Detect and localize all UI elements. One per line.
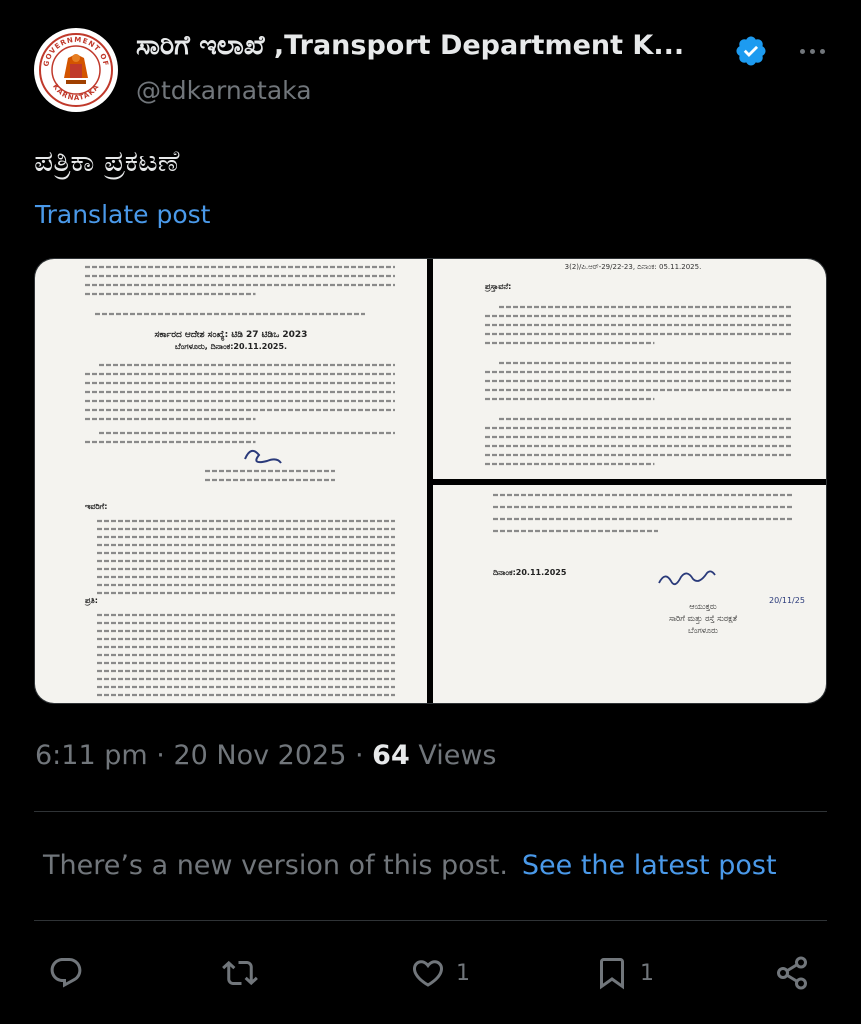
- notice-text: There’s a new version of this post.: [43, 850, 508, 881]
- bookmark-icon: [600, 958, 624, 990]
- doc-b-header: 3(2)/ಪಿ.ಆರ್-29/22-23, ದಿನಾಂಕ: 05.11.2025…: [565, 263, 702, 271]
- views-label: Views: [418, 740, 497, 771]
- share-button[interactable]: [774, 950, 810, 996]
- repost-icon: [222, 960, 258, 986]
- like-count: 1: [456, 960, 470, 986]
- doc-a-title: ಸರ್ಕಾರದ ಆದೇಶ ಸಂಖ್ಯೆ: ಟಿಡಿ 27 ಟಿಡಿಒ 2023: [155, 329, 308, 342]
- verified-badge-icon[interactable]: [734, 34, 768, 68]
- meta-separator: ·: [156, 740, 165, 771]
- doc-c-signatory-city: ಬೆಂಗಳೂರು: [688, 626, 718, 635]
- karnataka-emblem-icon: GOVERNMENT OF KARNATAKA: [36, 30, 116, 110]
- views-count: 64: [372, 740, 410, 771]
- heart-icon: [412, 960, 444, 987]
- doc-c-signatory-office: ಸಾರಿಗೆ ಮತ್ತು ರಸ್ತೆ ಸುರಕ್ಷತೆ: [669, 614, 738, 624]
- repost-button[interactable]: [222, 950, 258, 996]
- doc-c-signature-date: 20/11/25: [769, 596, 805, 605]
- translate-post-link[interactable]: Translate post: [35, 200, 210, 229]
- user-handle[interactable]: @tdkarnataka: [136, 76, 312, 105]
- more-options-button[interactable]: [792, 36, 832, 66]
- meta-separator: ·: [354, 740, 364, 771]
- avatar[interactable]: GOVERNMENT OF KARNATAKA: [34, 28, 118, 112]
- doc-a-section-2: ಪ್ರತಿ:: [84, 596, 98, 606]
- post-date[interactable]: 20 Nov 2025: [173, 740, 346, 771]
- doc-b-section: ಪ್ರಸ್ತಾವನೆ:: [484, 282, 511, 292]
- bookmark-button[interactable]: 1: [594, 950, 654, 996]
- media-grid: ಸರ್ಕಾರದ ಆದೇಶ ಸಂಖ್ಯೆ: ಟಿಡಿ 27 ಟಿಡಿಒ 2023 …: [34, 258, 827, 704]
- document-page-illustration: ದಿನಾಂಕ:20.11.2025 20/11/25 ಆಯುಕ್ತರು ಸಾರಿ…: [493, 493, 805, 635]
- doc-a-section-1: ಇವರಿಗೆ:: [85, 502, 107, 511]
- document-page-illustration: 3(2)/ಪಿ.ಆರ್-29/22-23, ದಿನಾಂಕ: 05.11.2025…: [484, 263, 793, 466]
- more-dot-icon: [799, 48, 805, 54]
- action-bar: 1 1: [0, 950, 861, 996]
- document-image-2[interactable]: 3(2)/ಪಿ.ಆರ್-29/22-23, ದಿನಾಂಕ: 05.11.2025…: [433, 259, 826, 479]
- doc-a-subtitle: ಬೆಂಗಳೂರು, ದಿನಾಂಕ:20.11.2025.: [175, 342, 287, 351]
- more-dot-icon: [819, 48, 825, 54]
- document-page-illustration: ಸರ್ಕಾರದ ಆದೇಶ ಸಂಖ್ಯೆ: ಟಿಡಿ 27 ಟಿಡಿಒ 2023 …: [84, 265, 395, 697]
- divider: [34, 811, 827, 812]
- more-dot-icon: [809, 48, 815, 54]
- document-image-3[interactable]: ದಿನಾಂಕ:20.11.2025 20/11/25 ಆಯುಕ್ತರು ಸಾರಿ…: [433, 485, 826, 703]
- doc-c-date: ದಿನಾಂಕ:20.11.2025: [493, 568, 567, 577]
- like-button[interactable]: 1: [410, 950, 470, 996]
- post-meta: 6:11 pm · 20 Nov 2025 · 64 Views: [35, 740, 496, 771]
- document-image-1[interactable]: ಸರ್ಕಾರದ ಆದೇಶ ಸಂಖ್ಯೆ: ಟಿಡಿ 27 ಟಿಡಿಒ 2023 …: [35, 259, 427, 703]
- post-text: ಪತ್ರಿಕಾ ಪ್ರಕಟಣೆ: [34, 144, 180, 179]
- share-icon: [777, 956, 807, 990]
- bookmark-count: 1: [640, 960, 654, 986]
- reply-icon: [50, 958, 82, 988]
- display-name[interactable]: ಸಾರಿಗೆ ಇಲಾಖೆ ,Transport Department K...: [136, 30, 684, 62]
- divider: [34, 920, 827, 921]
- new-version-notice: There’s a new version of this post. See t…: [43, 850, 777, 881]
- doc-c-signatory: ಆಯುಕ್ತರು: [689, 602, 717, 611]
- see-latest-post-link[interactable]: See the latest post: [522, 850, 777, 881]
- post-time[interactable]: 6:11 pm: [35, 740, 148, 771]
- post-header: GOVERNMENT OF KARNATAKA ಸಾರಿಗೆ ಇಲಾಖೆ ,Tr…: [34, 26, 834, 116]
- reply-button[interactable]: [48, 950, 84, 996]
